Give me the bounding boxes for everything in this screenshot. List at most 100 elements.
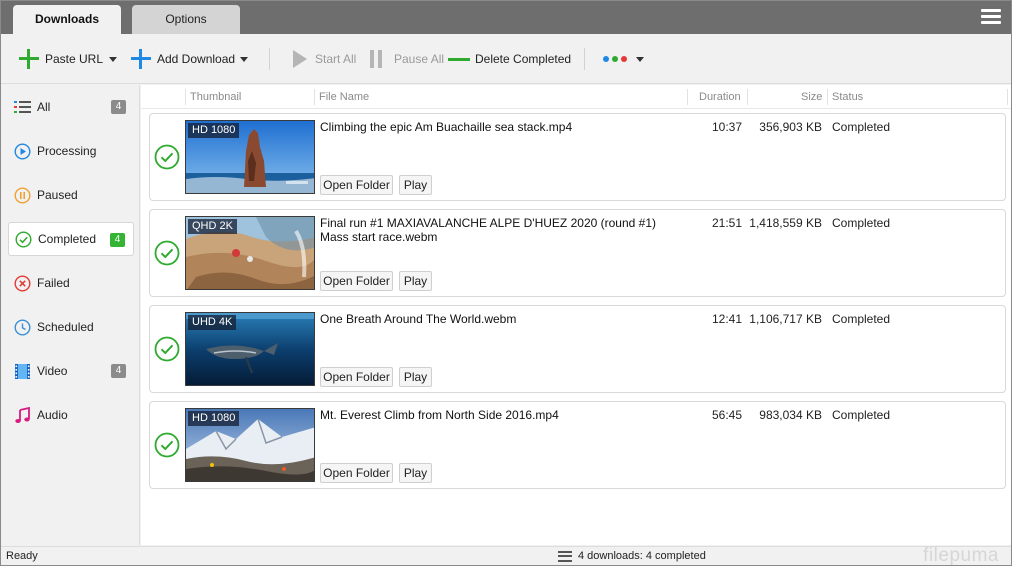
plus-icon — [131, 49, 151, 69]
music-note-icon — [14, 406, 31, 424]
sidebar-item-label: All — [37, 100, 51, 114]
summary-text: 4 downloads: 4 completed — [578, 550, 706, 562]
sidebar-item-label: Paused — [37, 188, 78, 202]
video-thumbnail[interactable]: UHD 4K — [185, 312, 315, 386]
column-header: Thumbnail File Name Duration Size Status — [141, 85, 1011, 109]
video-thumbnail[interactable]: QHD 2K — [185, 216, 315, 290]
sidebar-item-label: Failed — [37, 276, 70, 290]
play-button[interactable]: Play — [399, 463, 432, 483]
status-value: Completed — [832, 312, 891, 326]
pause-all-button[interactable]: Pause All — [370, 48, 444, 70]
app-window: Downloads Options Paste URL Add Download… — [0, 0, 1012, 566]
clock-icon — [14, 318, 31, 336]
toolbar-divider — [269, 48, 270, 70]
paste-url-dropdown[interactable] — [109, 48, 117, 70]
resolution-badge: HD 1080 — [188, 411, 240, 426]
start-all-label: Start All — [315, 52, 357, 66]
play-button[interactable]: Play — [399, 271, 432, 291]
check-circle-icon — [154, 432, 180, 458]
open-folder-button[interactable]: Open Folder — [320, 271, 393, 291]
status-value: Completed — [832, 408, 891, 422]
video-thumbnail[interactable]: HD 1080 — [185, 120, 315, 194]
sidebar-item-video[interactable]: Video 4 — [8, 354, 134, 388]
play-button[interactable]: Play — [399, 367, 432, 387]
color-tags-button[interactable] — [603, 48, 644, 70]
tab-options[interactable]: Options — [132, 5, 240, 34]
video-thumbnail[interactable]: HD 1080 — [185, 408, 315, 482]
open-folder-button[interactable]: Open Folder — [320, 367, 393, 387]
list-icon — [558, 550, 572, 562]
check-circle-icon — [154, 144, 180, 170]
caret-down-icon — [109, 56, 117, 62]
add-download-dropdown[interactable] — [240, 48, 248, 70]
tab-bar: Downloads Options — [1, 1, 1011, 34]
size-value: 983,034 KB — [759, 408, 822, 422]
check-circle-icon — [15, 230, 32, 248]
download-row[interactable]: HD 1080 Mt. Everest Climb from North Sid… — [149, 401, 1006, 489]
download-row[interactable]: QHD 2K Final run #1 MAXIAVALANCHE ALPE D… — [149, 209, 1006, 297]
open-folder-button[interactable]: Open Folder — [320, 175, 393, 195]
start-all-button[interactable]: Start All — [293, 48, 356, 70]
watermark-text: filepuma — [923, 545, 999, 566]
sidebar-item-scheduled[interactable]: Scheduled — [8, 310, 134, 344]
sidebar-item-completed[interactable]: Completed 4 — [8, 222, 134, 256]
delete-completed-button[interactable]: Delete Completed — [448, 48, 571, 70]
duration-value: 10:37 — [711, 120, 742, 134]
download-row[interactable]: UHD 4K One Breath Around The World.webm … — [149, 305, 1006, 393]
count-badge: 4 — [110, 233, 125, 247]
sidebar-item-label: Completed — [38, 232, 97, 246]
status-bar: Ready 4 downloads: 4 completed filepuma — [1, 545, 1011, 566]
play-button[interactable]: Play — [399, 175, 432, 195]
file-name: Final run #1 MAXIAVALANCHE ALPE D'HUEZ 2… — [320, 216, 656, 244]
x-circle-icon — [14, 274, 31, 292]
color-dots-icon — [603, 56, 630, 62]
pause-all-label: Pause All — [394, 52, 445, 66]
sidebar-item-label: Audio — [37, 408, 68, 422]
toolbar: Paste URL Add Download Start All Pause A… — [1, 34, 1011, 84]
paste-url-button[interactable]: Paste URL — [19, 48, 103, 70]
add-download-button[interactable]: Add Download — [131, 48, 235, 70]
check-circle-icon — [154, 336, 180, 362]
count-badge: 4 — [111, 364, 126, 378]
status-value: Completed — [832, 216, 891, 230]
duration-value: 12:41 — [711, 312, 742, 326]
file-name: One Breath Around The World.webm — [320, 312, 517, 326]
open-folder-button[interactable]: Open Folder — [320, 463, 393, 483]
hamburger-menu-icon[interactable] — [981, 9, 1001, 25]
film-icon — [14, 363, 31, 380]
file-name: Mt. Everest Climb from North Side 2016.m… — [320, 408, 559, 422]
sidebar-item-label: Video — [37, 364, 68, 378]
play-circle-icon — [14, 142, 31, 160]
toolbar-divider — [584, 48, 585, 70]
column-thumbnail[interactable]: Thumbnail — [190, 91, 241, 103]
duration-value: 56:45 — [711, 408, 742, 422]
size-value: 1,106,717 KB — [749, 312, 822, 326]
tab-downloads[interactable]: Downloads — [13, 5, 121, 34]
column-status[interactable]: Status — [832, 91, 863, 103]
pause-icon — [370, 50, 386, 68]
downloads-list: Thumbnail File Name Duration Size Status — [141, 85, 1011, 545]
status-value: Completed — [832, 120, 891, 134]
check-circle-icon — [154, 240, 180, 266]
sidebar-item-processing[interactable]: Processing — [8, 134, 134, 168]
list-icon — [14, 99, 31, 116]
plus-icon — [19, 49, 39, 69]
caret-down-icon — [240, 56, 248, 62]
download-row[interactable]: HD 1080 Climbing the epic Am Buachaille … — [149, 113, 1006, 201]
resolution-badge: UHD 4K — [188, 315, 237, 330]
sidebar-item-all[interactable]: All 4 — [8, 90, 134, 124]
column-duration[interactable]: Duration — [699, 91, 741, 103]
duration-value: 21:51 — [711, 216, 742, 230]
minus-icon — [448, 57, 470, 61]
downloads-summary: 4 downloads: 4 completed — [558, 550, 706, 562]
sidebar-item-label: Processing — [37, 144, 97, 158]
column-size[interactable]: Size — [801, 91, 822, 103]
sidebar: All 4 Processing Paused Completed 4 Fail… — [1, 85, 140, 545]
count-badge: 4 — [111, 100, 126, 114]
sidebar-item-failed[interactable]: Failed — [8, 266, 134, 300]
sidebar-item-paused[interactable]: Paused — [8, 178, 134, 212]
resolution-badge: HD 1080 — [188, 123, 240, 138]
paste-url-label: Paste URL — [45, 52, 104, 66]
column-file-name[interactable]: File Name — [319, 91, 369, 103]
sidebar-item-audio[interactable]: Audio — [8, 398, 134, 432]
